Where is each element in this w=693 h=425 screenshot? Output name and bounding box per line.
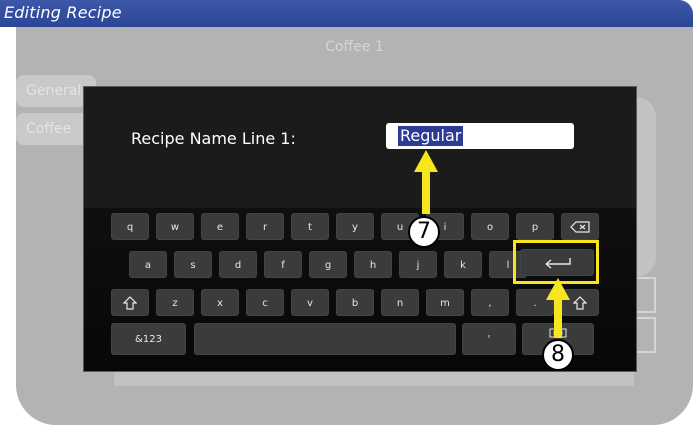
key-label: &123 — [135, 334, 162, 345]
key-w[interactable]: w — [156, 213, 194, 240]
callout-arrowhead-7 — [414, 150, 438, 172]
space-key[interactable] — [194, 323, 456, 355]
key-g[interactable]: g — [309, 251, 347, 278]
callout-number: 8 — [551, 342, 565, 367]
key-label: q — [126, 222, 134, 233]
key-c[interactable]: c — [246, 289, 284, 316]
key-k[interactable]: k — [444, 251, 482, 278]
key-label: . — [533, 298, 537, 309]
key-t[interactable]: t — [291, 213, 329, 240]
callout-arrow-7 — [422, 170, 430, 214]
key-label: l — [506, 260, 510, 271]
key-label: g — [324, 260, 332, 271]
key-label: y — [352, 222, 358, 233]
tab-general-label: General — [26, 83, 82, 99]
key-label: i — [443, 222, 447, 233]
callout-arrowhead-8 — [546, 278, 570, 300]
shift-icon — [123, 296, 137, 310]
key-label: k — [460, 260, 466, 271]
key-apostrophe[interactable]: ' — [462, 323, 516, 355]
key-label: o — [486, 222, 494, 233]
footer-strip — [114, 372, 634, 386]
key-q[interactable]: q — [111, 213, 149, 240]
device-frame: Editing Recipe Coffee 1 General Coffee R… — [0, 0, 693, 425]
key-label: ' — [487, 334, 491, 345]
key-f[interactable]: f — [264, 251, 302, 278]
key-label: a — [144, 260, 152, 271]
key-m[interactable]: m — [426, 289, 464, 316]
recipe-name-input[interactable]: Regular — [386, 123, 574, 149]
key-label: t — [308, 222, 312, 233]
recipe-name-label: Recipe Name Line 1: — [131, 129, 296, 148]
key-x[interactable]: x — [201, 289, 239, 316]
key-h[interactable]: h — [354, 251, 392, 278]
key-label: e — [216, 222, 224, 233]
key-p[interactable]: p — [516, 213, 554, 240]
shift-icon — [573, 296, 587, 310]
key-label: j — [416, 260, 420, 271]
key-v[interactable]: v — [291, 289, 329, 316]
key-label: w — [170, 222, 180, 233]
title-bar: Editing Recipe — [0, 0, 693, 27]
key-label: m — [440, 298, 450, 309]
backspace-key[interactable] — [561, 213, 599, 240]
callout-badge-7: 7 — [408, 216, 440, 248]
symbols-key[interactable]: &123 — [111, 323, 186, 355]
key-r[interactable]: r — [246, 213, 284, 240]
key-label: c — [262, 298, 268, 309]
key-b[interactable]: b — [336, 289, 374, 316]
key-e[interactable]: e — [201, 213, 239, 240]
key-j[interactable]: j — [399, 251, 437, 278]
key-s[interactable]: s — [174, 251, 212, 278]
screen-title: Coffee 1 — [325, 39, 384, 55]
shift-key-left[interactable] — [111, 289, 149, 316]
key-label: b — [351, 298, 359, 309]
callout-badge-8: 8 — [542, 339, 574, 371]
key-label: p — [531, 222, 539, 233]
key-o[interactable]: o — [471, 213, 509, 240]
key-label: f — [281, 260, 285, 271]
key-y[interactable]: y — [336, 213, 374, 240]
backspace-icon — [570, 221, 590, 233]
key-n[interactable]: n — [381, 289, 419, 316]
key-label: d — [234, 260, 242, 271]
window-title: Editing Recipe — [4, 3, 122, 22]
key-comma[interactable]: , — [471, 289, 509, 316]
key-label: r — [262, 222, 268, 233]
key-label: x — [217, 298, 223, 309]
key-label: n — [396, 298, 404, 309]
key-label: , — [488, 298, 492, 309]
key-d[interactable]: d — [219, 251, 257, 278]
key-label: u — [396, 222, 404, 233]
key-label: v — [307, 298, 313, 309]
callout-arrow-8 — [554, 298, 562, 338]
key-a[interactable]: a — [129, 251, 167, 278]
key-label: s — [190, 260, 196, 271]
tab-coffee-label: Coffee — [26, 121, 72, 137]
recipe-name-value: Regular — [398, 126, 464, 146]
key-label: z — [172, 298, 178, 309]
key-label: h — [369, 260, 377, 271]
key-z[interactable]: z — [156, 289, 194, 316]
callout-number: 7 — [417, 219, 431, 244]
